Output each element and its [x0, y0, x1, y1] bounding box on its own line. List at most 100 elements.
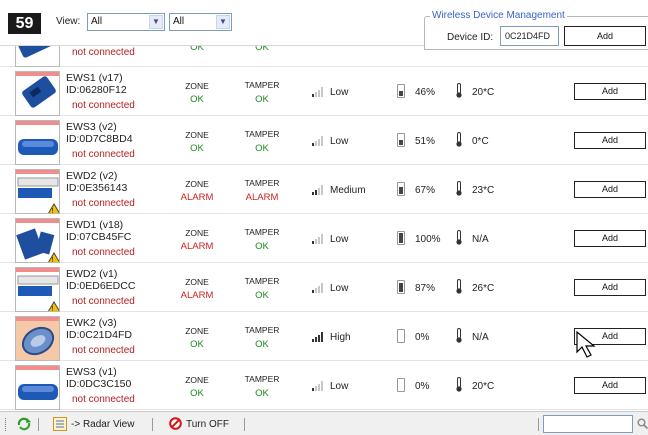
device-row: ! EWD1 (v18) ID:07CB45FC not connected ZONE A…: [0, 214, 648, 263]
device-type-icon: !: [17, 275, 59, 311]
zone-title: ZONE: [185, 277, 209, 287]
device-name: EWS1 (v17): [66, 72, 123, 84]
signal-bar: [312, 241, 314, 244]
thermometer-icon: [456, 181, 462, 196]
device-thumbnail: [15, 365, 60, 410]
tamper-state: OK: [255, 339, 269, 350]
temperature-label: 23*C: [472, 185, 495, 196]
zone-title: ZONE: [185, 81, 209, 91]
signal-strength-icon: [312, 185, 326, 195]
signal-label: Medium: [330, 185, 366, 196]
chevron-down-icon[interactable]: ▼: [216, 15, 230, 29]
turn-off-button[interactable]: Turn OFF: [186, 419, 229, 430]
signal-label: Low: [330, 381, 349, 392]
add-button[interactable]: Add: [574, 377, 646, 394]
signal-bar: [312, 94, 314, 97]
battery-icon: [397, 182, 405, 196]
search-icon[interactable]: [637, 418, 648, 430]
tamper-state: OK: [255, 46, 269, 53]
signal-bar: [318, 237, 320, 244]
zone-state: ALARM: [180, 290, 214, 301]
connection-status: not connected: [72, 296, 135, 307]
connection-status: not connected: [72, 394, 135, 405]
device-id: ID:0D7C8BD4: [66, 133, 133, 145]
tamper-title: TAMPER: [244, 129, 280, 139]
add-device-button[interactable]: Add: [564, 26, 646, 46]
battery-level: [399, 283, 403, 292]
mouse-cursor-icon: [576, 330, 596, 358]
signal-bar: [321, 332, 323, 342]
battery-icon: [397, 329, 405, 343]
signal-label: Low: [330, 136, 349, 147]
add-button[interactable]: Add: [574, 132, 646, 149]
signal-bar: [312, 388, 314, 391]
battery-label: 87%: [415, 283, 436, 294]
add-button[interactable]: Add: [574, 83, 646, 100]
signal-bar: [318, 286, 320, 293]
signal-bar: [321, 234, 323, 244]
thermometer-icon: [456, 83, 462, 98]
device-row: EWS3 (v2) ID:0D7C8BD4 not connected ZONE OK T…: [0, 116, 648, 165]
radar-view-icon[interactable]: [53, 417, 67, 431]
battery-level: [399, 187, 403, 194]
device-row: ! EWD2 (v2) ID:0E356143 not connected ZONE AL…: [0, 165, 648, 214]
search-input[interactable]: [543, 415, 633, 433]
chevron-down-icon[interactable]: ▼: [149, 15, 163, 29]
device-thumbnail: [15, 71, 60, 116]
tamper-state: OK: [255, 94, 269, 105]
battery-label: 67%: [415, 185, 436, 196]
device-id: ID:0E356143: [66, 182, 128, 194]
view-label: View:: [56, 16, 81, 27]
zone-state: OK: [190, 388, 204, 399]
signal-bar: [315, 92, 317, 97]
temperature-label: 20*C: [472, 87, 495, 98]
battery-label: 51%: [415, 136, 436, 147]
add-button[interactable]: Add: [574, 181, 646, 198]
signal-label: High: [330, 332, 351, 343]
signal-bar: [315, 386, 317, 391]
signal-bar: [318, 335, 320, 342]
zone-state: ALARM: [180, 241, 214, 252]
signal-label: Low: [330, 234, 349, 245]
zone-state: ALARM: [180, 192, 214, 203]
view-filter-select-2[interactable]: All ▼: [169, 13, 232, 31]
zone-title: ZONE: [185, 179, 209, 189]
thermometer-icon: [456, 230, 462, 245]
connection-status: not connected: [72, 247, 135, 258]
device-thumbnail: !: [15, 169, 60, 214]
separator: [244, 418, 245, 431]
view-filter-select-1[interactable]: All ▼: [87, 13, 165, 31]
signal-label: Low: [330, 283, 349, 294]
add-button[interactable]: Add: [574, 279, 646, 296]
view-filter-select-2-value: All: [173, 16, 185, 27]
thumbnail-status-strip: [16, 366, 59, 370]
wireless-device-management-title: Wireless Device Management: [430, 10, 567, 21]
battery-icon: [397, 231, 405, 245]
device-thumbnail: !: [15, 218, 60, 263]
thumbnail-status-strip: [16, 170, 59, 174]
device-thumbnail: [15, 120, 60, 165]
device-thumbnail: [15, 46, 60, 67]
signal-bar: [321, 87, 323, 97]
zone-state: OK: [190, 46, 204, 53]
device-id-label: Device ID:: [447, 32, 494, 43]
add-button[interactable]: Add: [574, 230, 646, 247]
device-id-input[interactable]: 0C21D4FD: [500, 26, 559, 46]
tamper-title: TAMPER: [244, 374, 280, 384]
signal-bar: [318, 188, 320, 195]
signal-bar: [321, 185, 323, 195]
thumbnail-status-strip: [16, 121, 59, 125]
radar-view-link[interactable]: -> Radar View: [71, 419, 134, 430]
device-id: ID:0DC3C150: [66, 378, 132, 390]
device-id: ID:0C21D4FD: [66, 329, 132, 341]
device-type-icon: !: [16, 228, 59, 262]
refresh-icon[interactable]: [16, 417, 32, 431]
tamper-title: TAMPER: [244, 178, 280, 188]
view-filter-select-1-value: All: [91, 16, 103, 27]
signal-bar: [312, 290, 314, 293]
signal-bar: [315, 190, 317, 195]
device-id: ID:0ED6EDCC: [66, 280, 136, 292]
no-entry-icon[interactable]: [169, 417, 182, 430]
thermometer-icon: [456, 377, 462, 392]
device-id: ID:06280F12: [66, 84, 127, 96]
